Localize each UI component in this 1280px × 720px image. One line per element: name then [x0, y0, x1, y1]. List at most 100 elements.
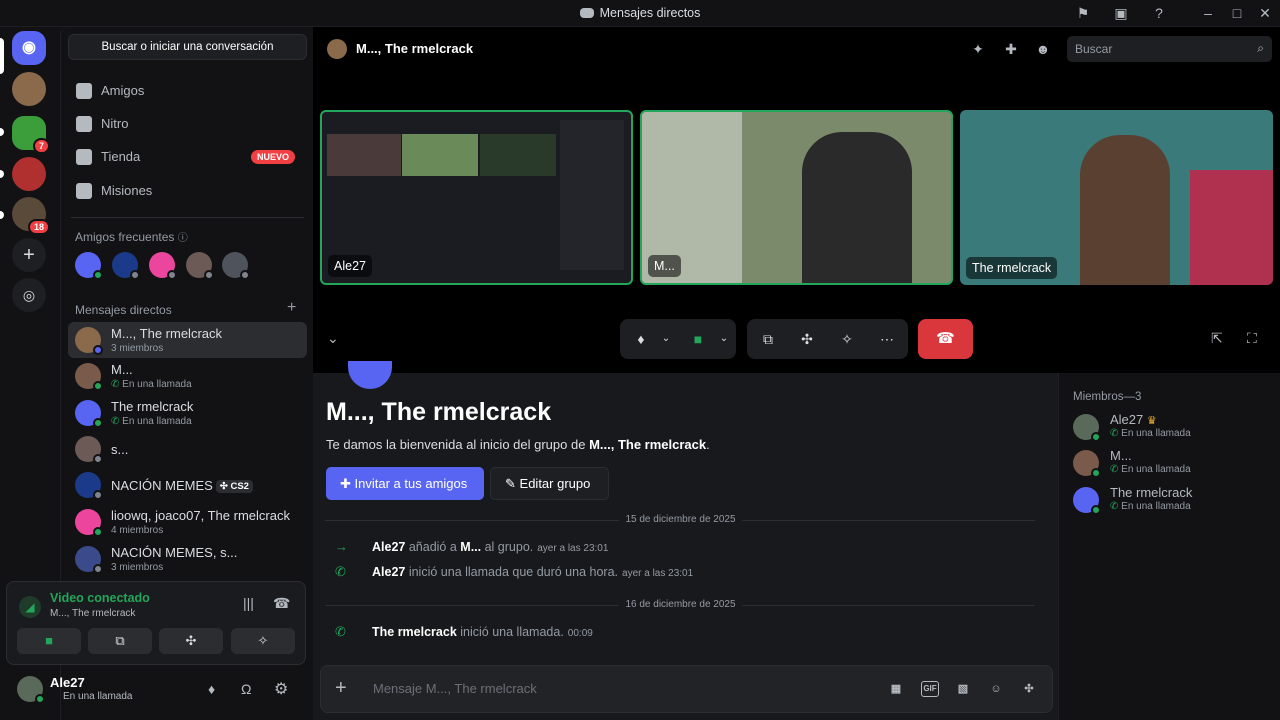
- microphone-icon[interactable]: ♦: [208, 681, 215, 697]
- maximize-icon[interactable]: □: [1229, 5, 1245, 21]
- phone-icon: ✆: [1110, 501, 1119, 512]
- server-badge: 18: [27, 219, 50, 235]
- message-input[interactable]: Mensaje M..., The rmelcrack: [373, 681, 537, 696]
- dm-item-m[interactable]: M... ✆ En una llamada: [68, 358, 307, 394]
- search-input[interactable]: Buscar ⌕: [1067, 36, 1272, 62]
- gift-icon[interactable]: ▦: [888, 681, 904, 697]
- frequent-friend-avatar[interactable]: [112, 252, 140, 280]
- add-member-icon[interactable]: ✚: [1002, 40, 1020, 58]
- tile-label: Ale27: [328, 255, 372, 277]
- divider: [71, 217, 304, 218]
- hang-up-button[interactable]: ☎: [918, 319, 973, 359]
- nav-quests[interactable]: Misiones: [68, 175, 307, 207]
- server-zelda[interactable]: 7: [12, 116, 50, 154]
- server-badge: 7: [32, 138, 50, 154]
- soundboard-icon: ✧: [257, 633, 269, 648]
- home-button[interactable]: ◉: [12, 31, 46, 65]
- video-button[interactable]: ■: [17, 628, 81, 654]
- gif-icon[interactable]: GIF: [921, 681, 939, 697]
- inbox-flag-icon[interactable]: ⚑: [1075, 5, 1091, 21]
- discord-home-icon: ◉: [12, 31, 46, 65]
- camera-icon[interactable]: ■: [686, 327, 710, 351]
- dm-item-lioowq[interactable]: lioowq, joaco07, The rmelcrack 4 miembros: [68, 504, 307, 540]
- server-group-dm[interactable]: [12, 72, 46, 106]
- pop-out-icon[interactable]: ⇱: [1211, 330, 1223, 347]
- screen-share-icon[interactable]: ⧉: [756, 327, 780, 351]
- search-icon: ⌕: [1257, 41, 1264, 55]
- screen-share-button[interactable]: ⧉: [88, 628, 152, 654]
- user-panel: Ale27 En una llamada ♦ Ω ⚙: [6, 667, 306, 713]
- create-dm-plus-icon[interactable]: +: [287, 299, 296, 317]
- dm-item-nacion-memes-s[interactable]: NACIÓN MEMES, s... 3 miembros: [68, 541, 307, 577]
- soundboard-button[interactable]: ✧: [231, 628, 295, 654]
- group-icon: [348, 361, 392, 389]
- voice-panel: ◢ Video conectado M..., The rmelcrack ||…: [6, 581, 306, 665]
- media-controls: ♦ ⌄ ■ ⌄: [620, 319, 736, 359]
- member-item[interactable]: M... ✆ En una llamada: [1073, 447, 1273, 481]
- frequent-friend-avatar[interactable]: [75, 252, 103, 280]
- frequent-friends-title: Amigos frecuentes ⓘ: [75, 230, 188, 244]
- chat-area: M..., The rmelcrack Te damos la bienveni…: [313, 361, 1058, 720]
- sticker-icon[interactable]: ▧: [955, 681, 971, 697]
- help-icon[interactable]: ?: [1151, 5, 1167, 21]
- frequent-friend-avatar[interactable]: [149, 252, 177, 280]
- minimize-icon[interactable]: –: [1200, 5, 1216, 21]
- more-icon[interactable]: ⋯: [875, 327, 899, 351]
- apps-icon[interactable]: ✣: [1021, 681, 1037, 697]
- pin-icon[interactable]: ✦: [969, 40, 987, 58]
- member-list-icon[interactable]: ☻: [1034, 40, 1052, 58]
- disconnect-icon[interactable]: ☎: [273, 595, 290, 612]
- dm-item-nacion-memes[interactable]: NACIÓN MEMES ✣ CS2: [68, 467, 307, 503]
- video-tile-m[interactable]: M...: [640, 110, 953, 285]
- mic-options-chevron-icon[interactable]: ⌄: [654, 327, 678, 351]
- new-badge: NUEVO: [250, 150, 295, 164]
- voice-channel[interactable]: M..., The rmelcrack: [50, 608, 135, 619]
- server-voice[interactable]: 18: [12, 197, 50, 235]
- close-icon[interactable]: ✕: [1257, 5, 1273, 21]
- settings-gear-icon[interactable]: ⚙: [274, 679, 288, 699]
- group-avatar: [327, 39, 347, 59]
- nav-nitro[interactable]: Nitro: [68, 108, 307, 140]
- user-avatar[interactable]: [17, 676, 45, 704]
- nav-friends[interactable]: Amigos: [68, 75, 307, 107]
- plus-icon: +: [12, 238, 46, 272]
- signal-icon: ◢: [19, 596, 41, 618]
- dm-item-s[interactable]: s...: [68, 431, 307, 467]
- attach-plus-icon[interactable]: +: [335, 677, 347, 700]
- noise-suppression-icon[interactable]: |||: [243, 595, 254, 611]
- server-santa[interactable]: [12, 157, 46, 191]
- find-conversation-button[interactable]: Buscar o iniciar una conversación: [68, 34, 307, 60]
- inbox-icon[interactable]: ▣: [1113, 5, 1129, 21]
- user-name[interactable]: Ale27: [50, 675, 85, 690]
- dm-item-group[interactable]: M..., The rmelcrack 3 miembros: [68, 322, 307, 358]
- phone-icon: ✆: [1110, 464, 1119, 475]
- crown-icon: ♛: [1146, 415, 1157, 427]
- soundboard-icon[interactable]: ✧: [835, 327, 859, 351]
- camera-options-chevron-icon[interactable]: ⌄: [712, 327, 736, 351]
- chat-title[interactable]: M..., The rmelcrack: [356, 41, 473, 56]
- video-tile-ale27[interactable]: Ale27: [320, 110, 633, 285]
- member-item[interactable]: The rmelcrack ✆ En una llamada: [1073, 484, 1273, 518]
- frequent-friend-avatar[interactable]: [222, 252, 250, 280]
- fullscreen-icon[interactable]: ⛶: [1247, 330, 1257, 347]
- activities-button[interactable]: ✣: [159, 628, 223, 654]
- activities-icon[interactable]: ✣: [795, 327, 819, 351]
- emoji-icon[interactable]: ☺: [988, 681, 1004, 697]
- nav-shop[interactable]: Tienda NUEVO: [68, 141, 307, 173]
- frequent-friend-avatar[interactable]: [186, 252, 214, 280]
- voice-status[interactable]: Video conectado: [50, 591, 150, 605]
- add-server-button[interactable]: +: [12, 238, 46, 272]
- chevron-down-icon[interactable]: ⌄: [327, 330, 339, 347]
- invite-friends-button[interactable]: ✚ Invitar a tus amigos: [326, 467, 484, 500]
- discover-button[interactable]: ◎: [12, 278, 46, 312]
- dm-item-rmelcrack[interactable]: The rmelcrack ✆ En una llamada: [68, 395, 307, 431]
- edit-group-button[interactable]: ✎ Editar grupo: [490, 467, 609, 500]
- selected-pill: [0, 38, 4, 74]
- microphone-icon[interactable]: ♦: [629, 327, 653, 351]
- message-composer: + Mensaje M..., The rmelcrack ▦ GIF ▧ ☺ …: [320, 665, 1053, 713]
- pencil-icon: ✎: [505, 476, 516, 491]
- headphones-icon[interactable]: Ω: [241, 681, 251, 697]
- member-item[interactable]: Ale27 ♛ ✆ En una llamada: [1073, 411, 1273, 445]
- screen-share-icon: ⧉: [115, 633, 125, 648]
- video-tile-rmelcrack[interactable]: The rmelcrack: [960, 110, 1273, 285]
